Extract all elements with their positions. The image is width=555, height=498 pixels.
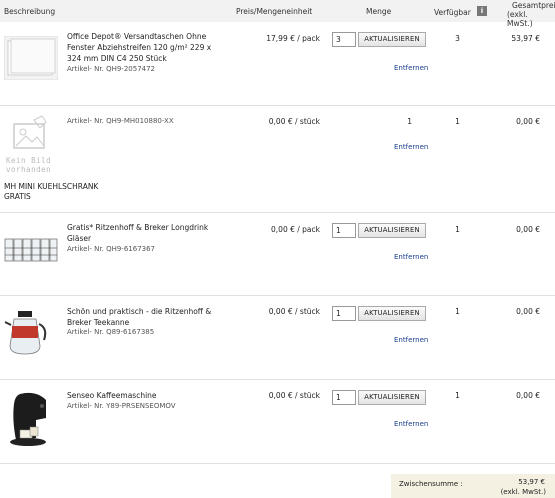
quantity-value: 1 — [407, 117, 412, 126]
no-image-placeholder: Kein Bild vorhanden — [4, 114, 60, 174]
unit-price: 0,00 € / stück — [268, 117, 320, 126]
article-number: Artikel- Nr. Q89-6167385 — [67, 328, 155, 336]
subtotal-label: Zwischensumme : — [399, 480, 463, 488]
cart-row: Kein Bild vorhanden Artikel- Nr. QH9-MH0… — [0, 106, 555, 213]
cart-row: Schön und praktisch - die Ritzenhoff & B… — [0, 296, 555, 380]
unit-price: 0,00 € / stück — [268, 307, 320, 316]
free-gift-note: MH MINI KUEHLSCHRANK GRATIS — [4, 182, 99, 201]
product-name[interactable]: Office Depot® Versandtaschen Ohne Fenste… — [67, 31, 227, 64]
remove-link[interactable]: Entfernen — [394, 336, 428, 344]
teapot-product-image[interactable] — [4, 310, 50, 356]
line-total: 0,00 € — [516, 391, 540, 400]
update-button[interactable]: AKTUALISIEREN — [358, 306, 426, 321]
quantity-input[interactable]: 1 — [332, 306, 356, 321]
cart-row: Senseo Kaffeemaschine Artikel- Nr. Y89-P… — [0, 380, 555, 464]
line-total: 0,00 € — [516, 307, 540, 316]
header-description: Beschreibung — [4, 7, 56, 16]
info-icon[interactable]: i — [477, 6, 487, 16]
update-button[interactable]: AKTUALISIEREN — [358, 223, 426, 238]
cart-row: Office Depot® Versandtaschen Ohne Fenste… — [0, 22, 555, 106]
update-button[interactable]: AKTUALISIEREN — [358, 390, 426, 405]
availability-value: 1 — [455, 225, 460, 234]
article-number: Artikel- Nr. QH9-MH010880-XX — [67, 117, 174, 125]
cart-row: Gratis* Ritzenhoff & Breker Longdrink Gl… — [0, 213, 555, 296]
header-availability: Verfügbar — [434, 8, 471, 17]
product-name[interactable]: Schön und praktisch - die Ritzenhoff & B… — [67, 306, 227, 328]
subtotal-box: Zwischensumme : 53,97 € (exkl. MwSt.) — [391, 474, 555, 498]
line-total: 0,00 € — [516, 225, 540, 234]
coffee-machine-product-image[interactable] — [6, 390, 56, 450]
update-button[interactable]: AKTUALISIEREN — [358, 32, 426, 47]
quantity-input[interactable]: 1 — [332, 223, 356, 238]
article-number: Artikel- Nr. QH9-2057472 — [67, 65, 156, 73]
unit-price: 17,99 € / pack — [266, 34, 320, 43]
envelope-product-image[interactable] — [3, 35, 59, 81]
availability-value: 3 — [455, 34, 460, 43]
article-number: Artikel- Nr. QH9-6167367 — [67, 245, 156, 253]
line-total: 53,97 € — [511, 34, 540, 43]
no-image-text: Kein Bild vorhanden — [6, 156, 52, 174]
availability-value: 1 — [455, 307, 460, 316]
remove-link[interactable]: Entfernen — [394, 143, 428, 151]
header-quantity: Menge — [366, 7, 392, 16]
remove-link[interactable]: Entfernen — [394, 253, 428, 261]
glasses-product-image[interactable] — [4, 235, 58, 263]
quantity-input[interactable]: 1 — [332, 390, 356, 405]
quantity-input[interactable]: 3 — [332, 32, 356, 47]
product-name[interactable]: Gratis* Ritzenhoff & Breker Longdrink Gl… — [67, 222, 227, 244]
unit-price: 0,00 € / pack — [271, 225, 320, 234]
product-name[interactable]: Senseo Kaffeemaschine — [67, 390, 227, 401]
subtotal-value: 53,97 € — [518, 478, 545, 486]
cart-table-header: Beschreibung Preis/Mengeneinheit Menge V… — [0, 0, 555, 28]
header-total-title: Gesamtpreis — [512, 1, 555, 10]
remove-link[interactable]: Entfernen — [394, 64, 428, 72]
image-placeholder-icon — [13, 115, 47, 149]
availability-value: 1 — [455, 117, 460, 126]
availability-value: 1 — [455, 391, 460, 400]
remove-link[interactable]: Entfernen — [394, 420, 428, 428]
article-number: Artikel- Nr. Y89-PRSENSEOMOV — [67, 402, 176, 410]
header-unit-price: Preis/Mengeneinheit — [236, 7, 313, 16]
unit-price: 0,00 € / stück — [268, 391, 320, 400]
line-total: 0,00 € — [516, 117, 540, 126]
subtotal-tax-note: (exkl. MwSt.) — [500, 488, 546, 496]
